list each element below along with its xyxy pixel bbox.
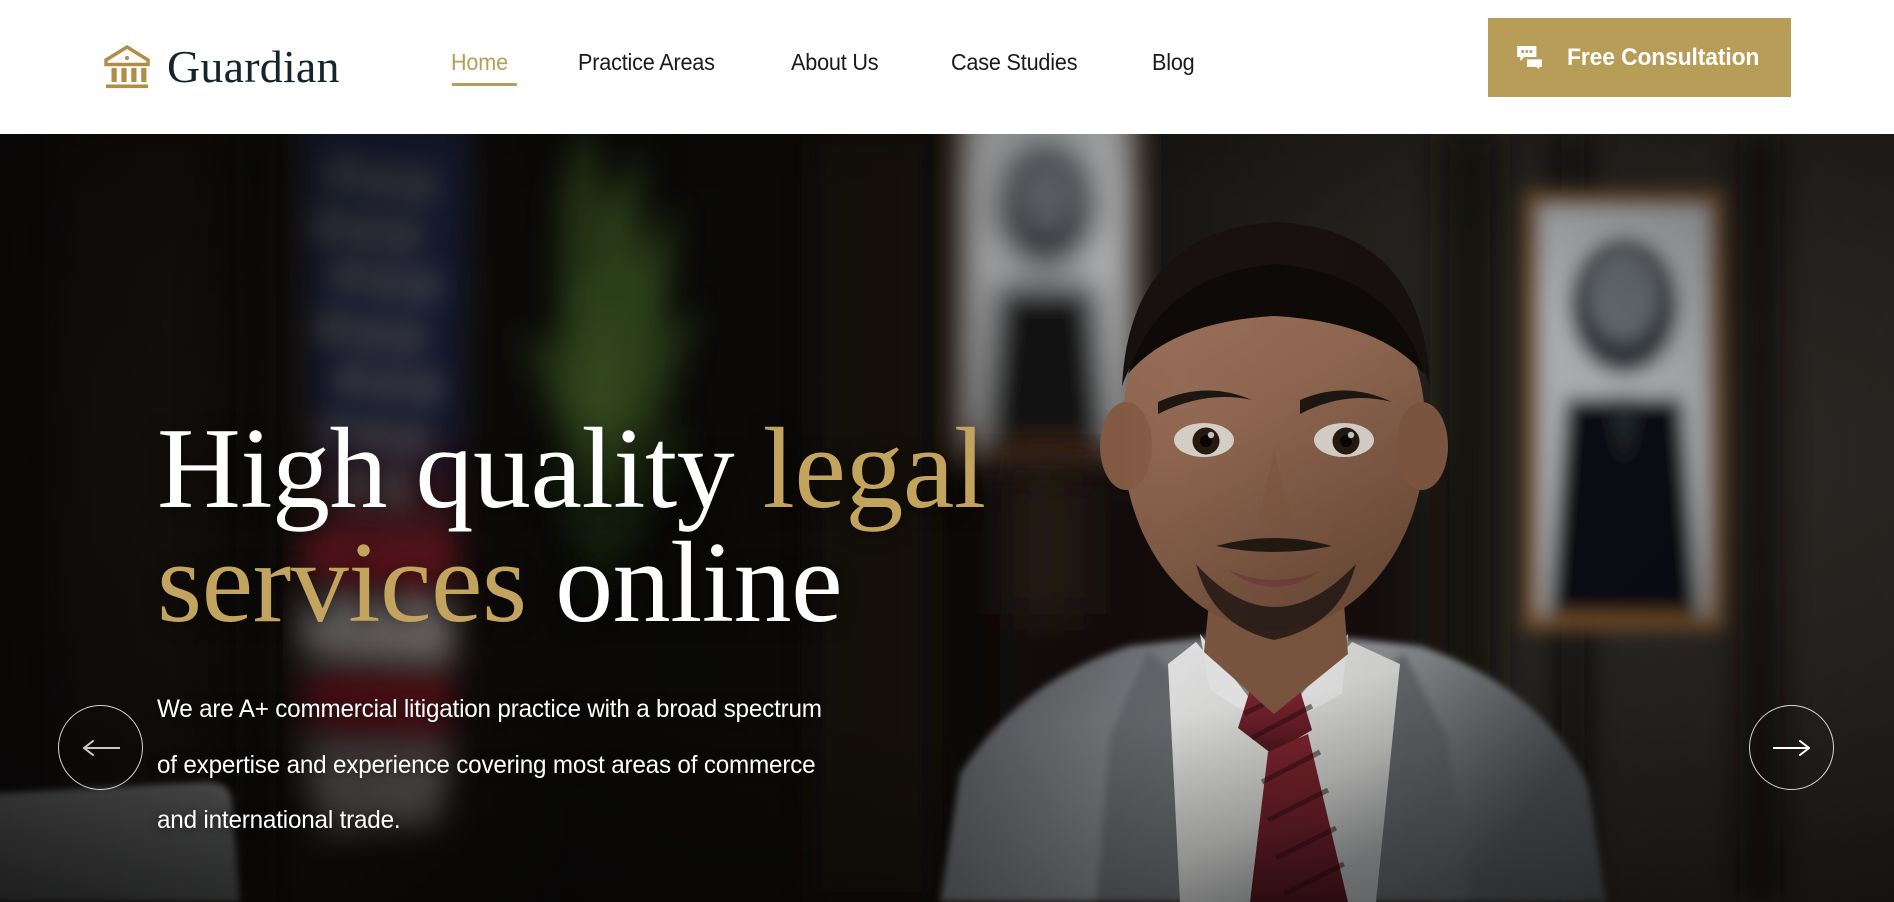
classical-building-icon (103, 43, 151, 91)
primary-navigation: Home Practice Areas About Us Case Studie… (451, 0, 1198, 134)
brand-name: Guardian (167, 41, 340, 92)
arrow-right-icon (1771, 738, 1813, 758)
nav-item-case-studies[interactable]: Case Studies (951, 49, 1078, 86)
free-consultation-label: Free Consultation (1566, 43, 1760, 71)
free-consultation-button[interactable]: Free Consultation (1488, 18, 1791, 97)
slider-prev-button[interactable] (58, 705, 143, 790)
nav-item-practice-areas[interactable]: Practice Areas (578, 49, 715, 86)
hero-subtitle: We are A+ commercial litigation practice… (157, 695, 822, 835)
hero-title-line2-gold: services (157, 518, 527, 647)
nav-item-about-us[interactable]: About Us (791, 49, 879, 86)
slider-next-button[interactable] (1749, 705, 1834, 790)
hero-title-line1-gold: legal (762, 405, 986, 533)
arrow-left-icon (80, 738, 122, 758)
hero-title: High quality legal services online (157, 411, 1117, 641)
nav-item-blog[interactable]: Blog (1152, 49, 1195, 86)
chat-bubbles-icon (1515, 43, 1545, 73)
nav-item-home[interactable]: Home (451, 49, 517, 86)
hero-content: High quality legal services online We ar… (157, 411, 1117, 849)
hero-slider: High quality legal services online We ar… (0, 134, 1894, 902)
hero-title-line2-white: online (526, 518, 843, 647)
brand-logo[interactable]: Guardian (103, 43, 340, 91)
hero-title-line1-white: High quality (157, 405, 763, 533)
site-header: Guardian Home Practice Areas About Us Ca… (0, 0, 1894, 134)
